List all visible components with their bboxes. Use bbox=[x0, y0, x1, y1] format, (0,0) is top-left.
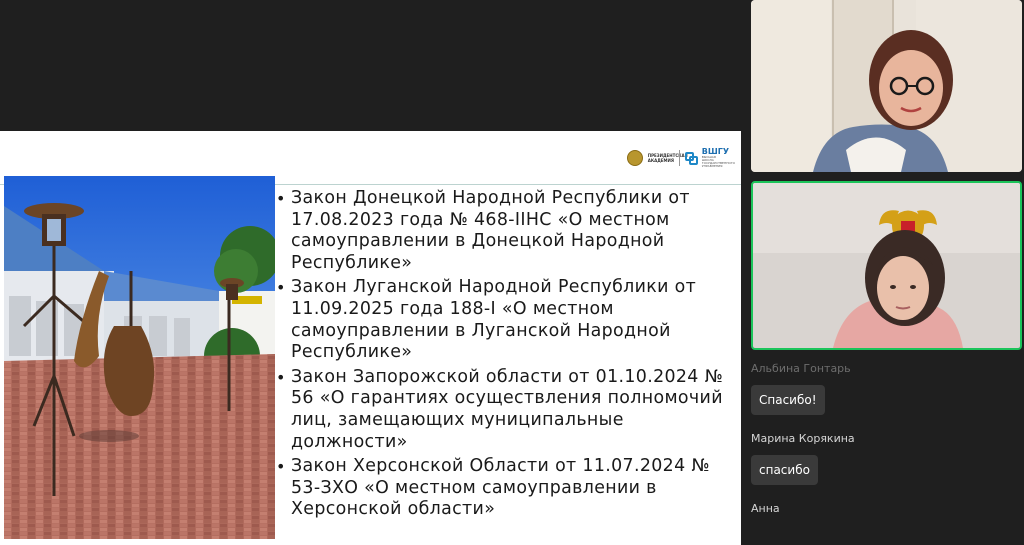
participant-video-tile[interactable] bbox=[751, 0, 1022, 172]
shared-screen-area: ПРЕЗИДЕНТСКАЯ АКАДЕМИЯ ВШГУ ВЫСШАЯ ШКОЛА… bbox=[0, 0, 746, 545]
list-item: Закон Луганской Народной Республики от 1… bbox=[274, 277, 736, 363]
list-item: Закон Запорожской области от 01.10.2024 … bbox=[274, 367, 736, 453]
law-list: Закон Донецкой Народной Республики от 17… bbox=[274, 188, 736, 524]
chat-sender: Альбина Гонтарь bbox=[751, 362, 851, 375]
vshgu-subtitle: ВЫСШАЯ ШКОЛА ГОСУДАРСТВЕННОГО УПРАВЛЕНИЯ bbox=[701, 155, 736, 168]
chat-message: спасибо bbox=[751, 455, 818, 485]
participant-video-tile-active[interactable] bbox=[751, 181, 1022, 350]
vshgu-logo: ВШГУ ВЫСШАЯ ШКОЛА ГОСУДАРСТВЕННОГО УПРАВ… bbox=[701, 148, 736, 168]
list-item: Закон Донецкой Народной Республики от 17… bbox=[274, 188, 736, 274]
presentation-slide: ПРЕЗИДЕНТСКАЯ АКАДЕМИЯ ВШГУ ВЫСШАЯ ШКОЛА… bbox=[0, 131, 741, 545]
chat-message: Спасибо! bbox=[751, 385, 825, 415]
logo-divider bbox=[678, 150, 680, 166]
chat-feed: Альбина Гонтарь Спасибо! Марина Корякина… bbox=[751, 362, 1021, 525]
academy-logo-text: ПРЕЗИДЕНТСКАЯ АКАДЕМИЯ bbox=[647, 153, 688, 163]
participant-video-woman-glasses bbox=[751, 0, 1022, 172]
participants-panel: Альбина Гонтарь Спасибо! Марина Корякина… bbox=[746, 0, 1024, 545]
chat-sender: Марина Корякина bbox=[751, 432, 855, 445]
slide-logos: ПРЕЗИДЕНТСКАЯ АКАДЕМИЯ ВШГУ ВЫСШАЯ ШКОЛА… bbox=[626, 148, 736, 168]
chat-sender: Анна bbox=[751, 502, 780, 515]
academy-emblem-icon bbox=[626, 150, 643, 166]
participant-video-woman-emblem bbox=[753, 183, 1020, 348]
vshgu-logo-icon bbox=[684, 152, 698, 165]
list-item: Закон Херсонской Области от 11.07.2024 №… bbox=[274, 456, 736, 521]
street-sculpture-photo bbox=[4, 176, 275, 539]
